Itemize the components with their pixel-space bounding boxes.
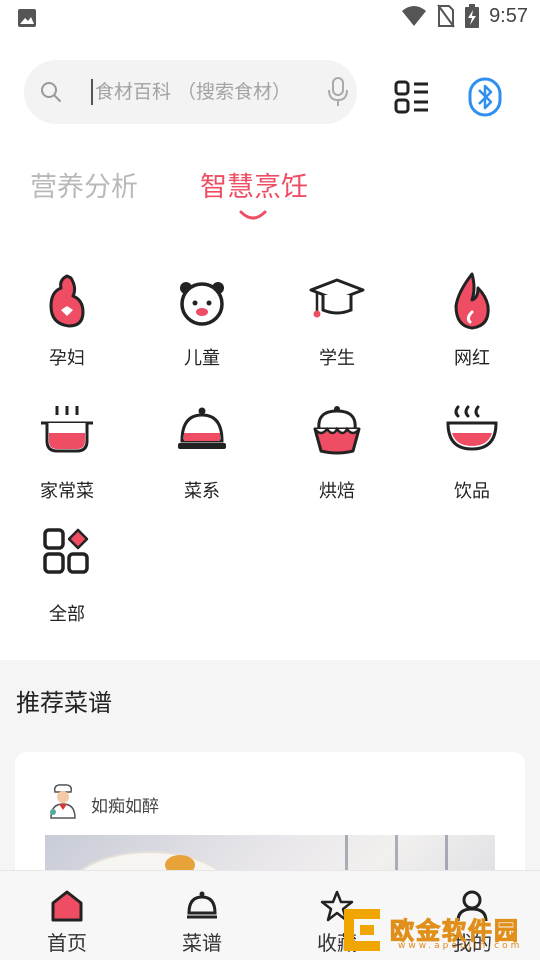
category-label: 烘焙: [319, 481, 355, 502]
pregnant-icon: [49, 274, 85, 328]
category-label: 家常菜: [40, 481, 94, 502]
tab-active-indicator: [239, 210, 267, 220]
wifi-icon: [402, 6, 427, 26]
grid-icon: [43, 528, 89, 574]
category-children[interactable]: 儿童: [138, 270, 258, 380]
category-label: 孕妇: [49, 348, 85, 369]
microphone-icon[interactable]: [327, 77, 349, 107]
child-bear-icon: [180, 282, 224, 326]
nav-label: 首页: [47, 931, 87, 955]
category-trending[interactable]: 网红: [408, 270, 528, 380]
tab-smart-cooking[interactable]: 智慧烹饪: [200, 170, 308, 206]
category-cuisine[interactable]: 菜系: [138, 403, 258, 513]
battery-charging-icon: [465, 4, 480, 28]
watermark: 欧金软件园 www.apoujin.com: [340, 905, 540, 960]
category-label: 学生: [319, 348, 355, 369]
nav-recipes[interactable]: 菜谱: [142, 871, 262, 960]
scan-icon[interactable]: [394, 80, 430, 116]
recommended-title: 推荐菜谱: [16, 689, 112, 717]
category-label: 全部: [49, 604, 85, 625]
category-label: 儿童: [184, 348, 220, 369]
chef-avatar: [50, 784, 76, 819]
watermark-logo-icon: [344, 909, 380, 951]
watermark-url: www.apoujin.com: [398, 941, 523, 951]
graduation-cap-icon: [309, 278, 365, 318]
bluetooth-icon[interactable]: [468, 77, 502, 117]
cloche-icon: [187, 891, 217, 919]
category-drinks[interactable]: 饮品: [408, 403, 528, 513]
flame-icon: [454, 272, 490, 330]
category-all[interactable]: 全部: [3, 526, 123, 636]
cupcake-icon: [313, 406, 361, 455]
category-label: 网红: [454, 348, 490, 369]
category-label: 饮品: [454, 481, 490, 502]
recipe-author: 如痴如醉: [91, 797, 159, 817]
clock: 9:57: [489, 4, 528, 27]
nav-home[interactable]: 首页: [7, 871, 127, 960]
category-baking[interactable]: 烘焙: [273, 403, 393, 513]
category-label: 菜系: [184, 481, 220, 502]
tab-nutrition-analysis[interactable]: 营养分析: [30, 170, 138, 206]
no-sim-icon: [437, 4, 455, 28]
search-input[interactable]: 食材百科 （搜索食材）: [95, 79, 291, 105]
nav-label: 菜谱: [182, 931, 222, 955]
text-cursor: [91, 79, 93, 105]
pot-icon: [41, 406, 93, 453]
search-icon: [41, 82, 61, 102]
category-students[interactable]: 学生: [273, 270, 393, 380]
cloche-icon: [178, 407, 226, 449]
tab-bar: 营养分析 智慧烹饪: [0, 170, 540, 230]
status-bar: 9:57: [0, 0, 540, 36]
bowl-icon: [446, 405, 498, 451]
search-bar[interactable]: 食材百科 （搜索食材）: [24, 60, 357, 124]
category-pregnant[interactable]: 孕妇: [3, 270, 123, 380]
home-icon: [51, 890, 83, 922]
image-notification-icon: [18, 9, 36, 27]
category-home-cooking[interactable]: 家常菜: [3, 403, 123, 513]
